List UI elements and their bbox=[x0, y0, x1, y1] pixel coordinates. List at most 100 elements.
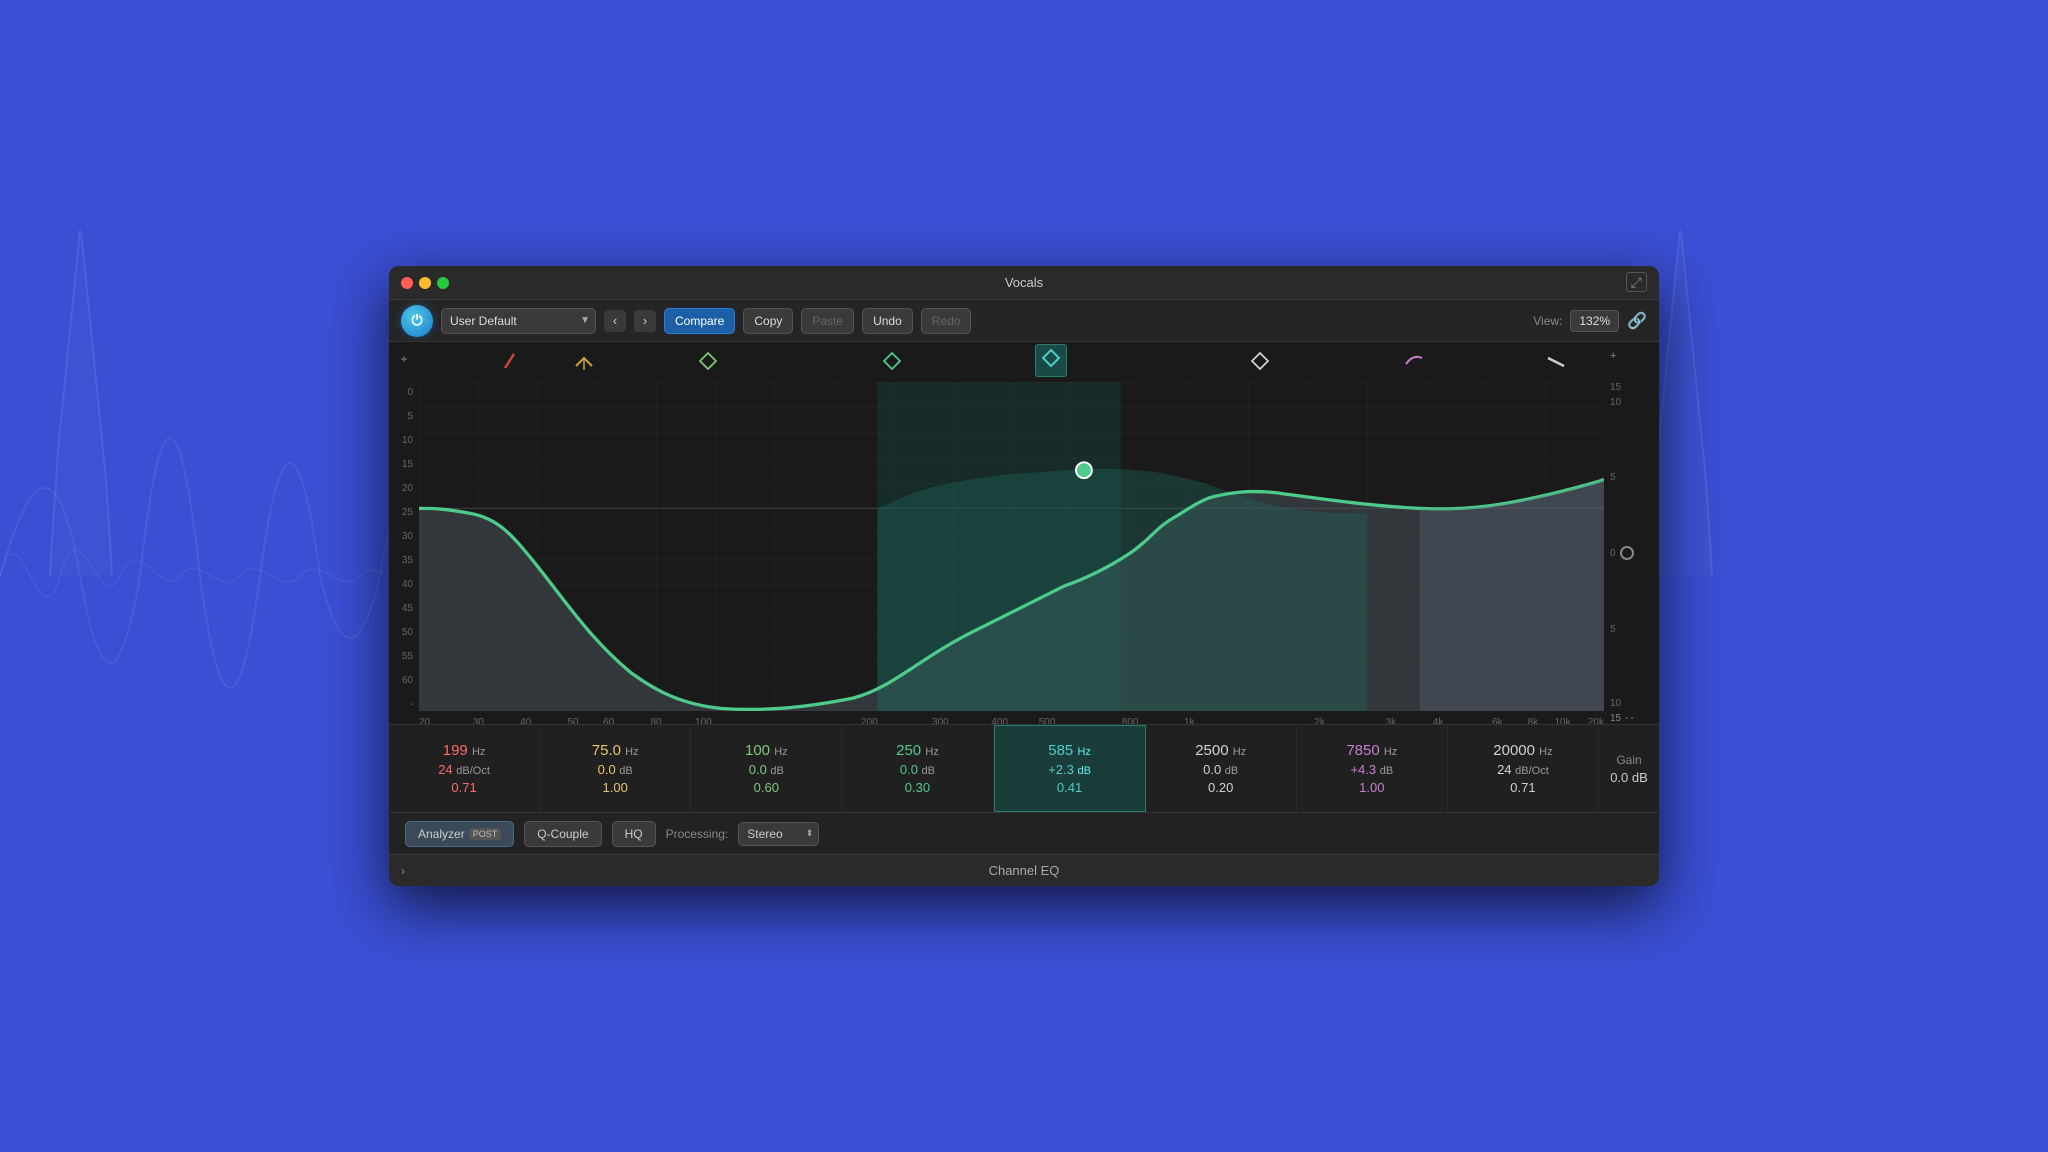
y-label-15: 15 bbox=[389, 460, 419, 470]
y-label-30: 30 bbox=[389, 532, 419, 542]
band-3-q: 0.60 bbox=[754, 780, 779, 795]
plugin-window: Vocals ⤢ ⏻ User Default ▼ ‹ › Compare Co… bbox=[389, 266, 1659, 886]
x-label-40: 40 bbox=[520, 717, 531, 724]
x-label-20: 20 bbox=[419, 717, 430, 724]
bottom-bar: Analyzer POST Q-Couple HQ Processing: St… bbox=[389, 812, 1659, 854]
band-1-handle[interactable] bbox=[502, 350, 524, 377]
processing-select[interactable]: Stereo Mid/Side Left Right bbox=[738, 822, 819, 846]
nav-back-button[interactable]: ‹ bbox=[604, 310, 626, 332]
band-5-freq: 585 Hz bbox=[1048, 742, 1091, 759]
band-4-info[interactable]: 250 Hz 0.0 dB 0.30 bbox=[842, 725, 993, 812]
band-4-q: 0.30 bbox=[905, 780, 930, 795]
band-8-info[interactable]: 20000 Hz 24 dB/Oct 0.71 bbox=[1448, 725, 1599, 812]
y-plus-icon: + bbox=[389, 352, 419, 366]
y-label-25: 25 bbox=[389, 508, 419, 518]
x-label-100: 100 bbox=[695, 717, 712, 724]
band-1-db: 24 dB/Oct bbox=[438, 762, 490, 777]
y-label-45: 45 bbox=[389, 604, 419, 614]
y-label-10: 10 bbox=[389, 436, 419, 446]
y-right-10b: 10 bbox=[1610, 698, 1634, 709]
band-8-handle[interactable] bbox=[1545, 350, 1567, 377]
x-label-50: 50 bbox=[567, 717, 578, 724]
maximize-button[interactable] bbox=[437, 277, 449, 289]
nav-forward-button[interactable]: › bbox=[634, 310, 656, 332]
band-5-handle[interactable] bbox=[1035, 344, 1067, 377]
eq-curve-area[interactable] bbox=[419, 382, 1604, 711]
gain-value: 0.0 dB bbox=[1610, 770, 1648, 785]
x-label-10k: 10k bbox=[1554, 717, 1570, 724]
link-icon[interactable]: 🔗 bbox=[1627, 311, 1647, 331]
band-1-freq: 199 Hz bbox=[443, 742, 486, 759]
copy-button[interactable]: Copy bbox=[743, 308, 793, 334]
eq-display: + 0 5 10 15 20 25 30 35 40 45 50 55 bbox=[389, 342, 1659, 724]
y-label-40: 40 bbox=[389, 580, 419, 590]
expand-button[interactable]: ⤢ bbox=[1626, 272, 1647, 292]
y-right-plus: + bbox=[1610, 350, 1616, 362]
y-right-0: 0 bbox=[1610, 548, 1616, 559]
x-label-4k: 4k bbox=[1433, 717, 1444, 724]
x-label-200: 200 bbox=[861, 717, 878, 724]
band-1-q: 0.71 bbox=[451, 780, 476, 795]
paste-button[interactable]: Paste bbox=[801, 308, 854, 334]
gain-column: Gain 0.0 dB bbox=[1599, 725, 1659, 812]
minimize-button[interactable] bbox=[419, 277, 431, 289]
band-3-info[interactable]: 100 Hz 0.0 dB 0.60 bbox=[691, 725, 842, 812]
post-badge: POST bbox=[469, 828, 502, 840]
compare-button[interactable]: Compare bbox=[664, 308, 735, 334]
q-couple-button[interactable]: Q-Couple bbox=[524, 821, 601, 847]
band-6-db: 0.0 dB bbox=[1203, 762, 1238, 777]
x-label-400: 400 bbox=[991, 717, 1008, 724]
band-7-freq: 7850 Hz bbox=[1346, 742, 1397, 759]
toolbar: ⏻ User Default ▼ ‹ › Compare Copy Paste … bbox=[389, 300, 1659, 342]
power-button[interactable]: ⏻ bbox=[401, 305, 433, 337]
band-5-info[interactable]: 585 Hz +2.3 dB 0.41 bbox=[994, 725, 1146, 812]
band-6-handle[interactable] bbox=[1249, 350, 1271, 377]
y-label-5: 5 bbox=[389, 412, 419, 422]
x-label-30: 30 bbox=[473, 717, 484, 724]
x-label-800: 800 bbox=[1122, 717, 1139, 724]
footer-title: Channel EQ bbox=[989, 863, 1060, 878]
expand-area: ⤢ bbox=[1626, 274, 1647, 292]
close-button[interactable] bbox=[401, 277, 413, 289]
band-3-handle[interactable] bbox=[697, 350, 719, 377]
footer-arrow-button[interactable]: › bbox=[401, 864, 405, 878]
analyzer-button[interactable]: Analyzer POST bbox=[405, 821, 514, 847]
power-icon: ⏻ bbox=[411, 312, 422, 329]
band-4-freq: 250 Hz bbox=[896, 742, 939, 759]
window-title: Vocals bbox=[1005, 275, 1043, 290]
band-6-info[interactable]: 2500 Hz 0.0 dB 0.20 bbox=[1146, 725, 1297, 812]
band-7-db: +4.3 dB bbox=[1350, 762, 1393, 777]
band-7-q: 1.00 bbox=[1359, 780, 1384, 795]
band-8-freq: 20000 Hz bbox=[1493, 742, 1552, 759]
gain-label: Gain bbox=[1616, 753, 1641, 767]
processing-wrapper: Stereo Mid/Side Left Right ⬍ bbox=[738, 822, 819, 846]
y-label-35: 35 bbox=[389, 556, 419, 566]
x-label-6k: 6k bbox=[1492, 717, 1503, 724]
preset-dropdown[interactable]: User Default bbox=[441, 308, 596, 334]
output-knob[interactable] bbox=[1620, 546, 1634, 560]
band-2-handle[interactable] bbox=[573, 350, 595, 377]
hq-button[interactable]: HQ bbox=[612, 821, 656, 847]
band-7-info[interactable]: 7850 Hz +4.3 dB 1.00 bbox=[1297, 725, 1448, 812]
band-7-handle[interactable] bbox=[1403, 350, 1425, 377]
x-label-2k: 2k bbox=[1314, 717, 1325, 724]
view-label: View: bbox=[1533, 314, 1562, 328]
traffic-lights bbox=[401, 277, 449, 289]
analyzer-label: Analyzer bbox=[418, 827, 465, 841]
y-axis-right: + 15 10 5 0 5 10 15 - - bbox=[1604, 342, 1659, 724]
y-label-60: 60 bbox=[389, 676, 419, 686]
y-label-50: 50 bbox=[389, 628, 419, 638]
y-right-5: 5 bbox=[1610, 472, 1616, 483]
band-1-info[interactable]: 199 Hz 24 dB/Oct 0.71 bbox=[389, 725, 540, 812]
redo-button[interactable]: Redo bbox=[921, 308, 972, 334]
minus-icon2: - bbox=[1630, 713, 1633, 724]
minus-icon: - bbox=[1625, 713, 1628, 724]
preset-wrapper: User Default ▼ bbox=[441, 308, 596, 334]
title-bar: Vocals ⤢ bbox=[389, 266, 1659, 300]
band-4-handle[interactable] bbox=[881, 350, 903, 377]
view-percent[interactable]: 132% bbox=[1570, 310, 1619, 332]
band-2-info[interactable]: 75.0 Hz 0.0 dB 1.00 bbox=[540, 725, 691, 812]
band-5-db: +2.3 dB bbox=[1048, 762, 1091, 777]
undo-button[interactable]: Undo bbox=[862, 308, 913, 334]
band-4-db: 0.0 dB bbox=[900, 762, 935, 777]
